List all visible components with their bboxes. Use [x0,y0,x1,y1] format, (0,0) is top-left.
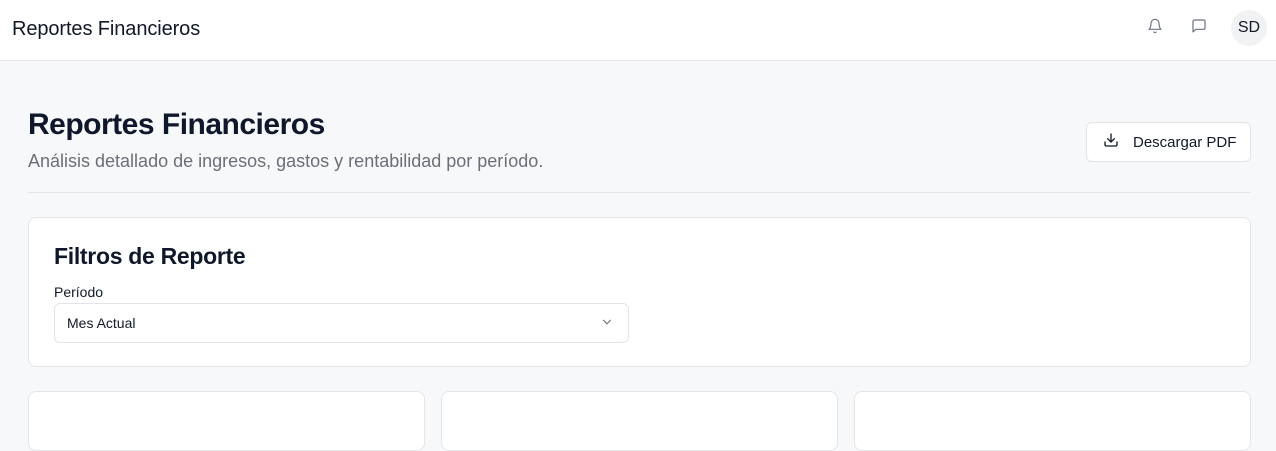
download-pdf-label: Descargar PDF [1133,133,1237,151]
app-title: Reportes Financieros [12,18,201,40]
download-icon [1103,132,1119,152]
top-bar: Reportes Financieros SD [0,0,1276,61]
page-subtitle: Análisis detallado de ingresos, gastos y… [28,151,544,171]
period-label: Período [54,284,104,300]
bell-icon [1147,18,1163,39]
filters-title: Filtros de Reporte [54,243,246,269]
avatar-initials: SD [1237,19,1261,36]
message-icon [1191,18,1207,39]
summary-card [28,391,425,451]
filters-card: Filtros de Reporte Período Mes Actual [28,217,1251,367]
period-select[interactable]: Mes Actual [54,303,629,343]
avatar[interactable]: SD [1231,10,1267,46]
messages-button[interactable] [1188,17,1210,39]
summary-card [854,391,1251,451]
header-divider [28,192,1251,193]
period-select-value: Mes Actual [67,315,136,331]
chevron-down-icon [600,315,614,332]
summary-card [441,391,838,451]
download-pdf-button[interactable]: Descargar PDF [1086,122,1251,162]
notifications-button[interactable] [1144,17,1166,39]
page-title: Reportes Financieros [28,108,325,141]
